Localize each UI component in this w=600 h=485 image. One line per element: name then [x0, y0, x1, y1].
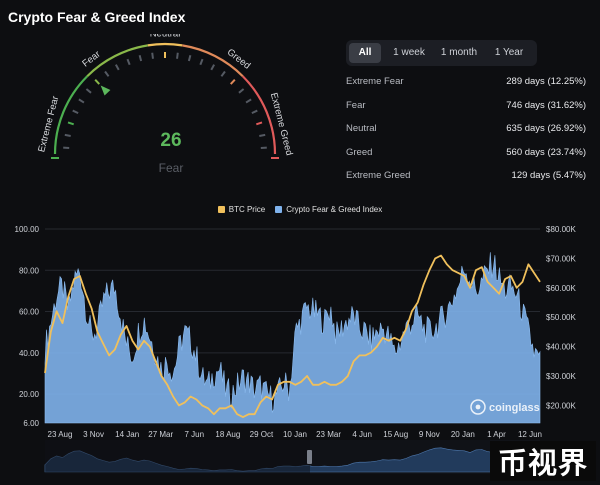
x-tick: 15 Aug	[383, 430, 408, 439]
y-left-tick: 60.00	[19, 308, 40, 317]
y-right-tick: $30.00K	[546, 372, 576, 381]
y-left-tick: 6.00	[23, 419, 39, 428]
y-right-tick: $70.00K	[546, 254, 576, 263]
x-tick: 9 Nov	[419, 430, 440, 439]
y-left-tick: 80.00	[19, 266, 40, 275]
x-tick: 4 Jun	[352, 430, 372, 439]
x-tick: 1 Apr	[487, 430, 506, 439]
y-left-tick: 100.00	[15, 225, 40, 234]
y-left-tick: 20.00	[19, 390, 40, 399]
x-tick: 29 Oct	[250, 430, 274, 439]
y-right-tick: $40.00K	[546, 343, 576, 352]
y-right-tick: $80.00K	[546, 225, 576, 234]
y-left-tick: 40.00	[19, 349, 40, 358]
y-right-tick: $60.00K	[546, 284, 576, 293]
x-tick: 12 Jun	[518, 430, 542, 439]
x-tick: 3 Nov	[83, 430, 104, 439]
x-tick: 23 Aug	[48, 430, 73, 439]
brand-label: coinglass	[489, 402, 540, 414]
fear-greed-chart: 100.00 80.00 60.00 40.00 20.00 6.00 $80.00K $7…	[15, 225, 576, 474]
x-tick: 18 Aug	[215, 430, 240, 439]
y-right-tick: $50.00K	[546, 313, 576, 322]
x-tick: 27 Mar	[148, 430, 173, 439]
range-navigator[interactable]	[44, 440, 541, 474]
corner-watermark: 币视界	[490, 441, 596, 481]
x-tick: 7 Jun	[184, 430, 204, 439]
y-right-tick: $20.00K	[546, 401, 576, 410]
x-tick: 23 Mar	[316, 430, 341, 439]
x-tick: 20 Jan	[451, 430, 475, 439]
navigator-handle-left[interactable]	[307, 450, 312, 464]
x-tick: 10 Jan	[283, 430, 307, 439]
x-tick: 14 Jan	[115, 430, 139, 439]
